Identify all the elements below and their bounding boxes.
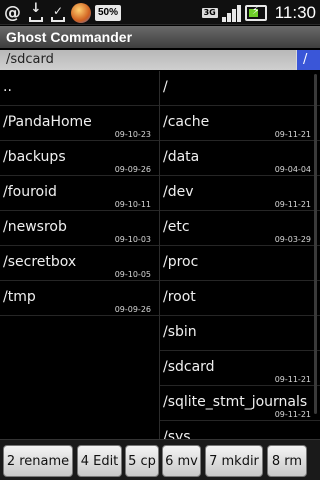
right-panel-path[interactable]: / [297,50,320,70]
right-file-panel[interactable]: / /cache 09-11-21 /data 09-04-04 /dev 09… [160,71,320,439]
right-panel-scrollbar[interactable] [314,74,317,414]
app-title: Ghost Commander [6,29,133,45]
file-name: /root [163,289,196,305]
file-name: /tmp [3,289,36,305]
battery-percent-badge: 50% [95,4,122,21]
left-panel-path[interactable]: /sdcard [0,50,296,70]
file-name: /etc [163,219,190,235]
file-row[interactable]: /root [160,281,320,316]
file-name: / [163,79,168,95]
file-row[interactable]: /backups 09-09-26 [0,141,159,176]
file-name: /secretbox [3,254,77,270]
file-row[interactable]: /newsrob 09-10-03 [0,211,159,246]
file-name: /sdcard [163,359,215,375]
file-date: 09-11-21 [274,130,311,139]
right-path-label: / [303,52,308,67]
file-date: 09-03-29 [274,235,311,244]
file-date: 09-09-26 [114,305,151,314]
network-type-icon: 3G [201,7,218,18]
signal-strength-icon [221,4,241,22]
file-row[interactable]: / [160,71,320,106]
copy-button[interactable]: 5 cp [125,445,159,477]
clock: 11:30 [274,2,316,22]
file-date: 09-11-21 [274,200,311,209]
file-row[interactable]: /sdcard 09-11-21 [160,351,320,386]
file-row[interactable]: /sbin [160,316,320,351]
file-date: 09-11-21 [274,375,311,384]
file-name: /dev [163,184,194,200]
file-name: /sqlite_stmt_journals [163,394,308,410]
file-row[interactable]: /PandaHome 09-10-23 [0,106,159,141]
file-row[interactable]: /secretbox 09-10-05 [0,246,159,281]
mkdir-button[interactable]: 7 mkdir [205,445,263,477]
download-icon: ↓ [27,1,45,23]
rename-button[interactable]: 2 rename [3,445,73,477]
file-date: 09-10-11 [114,200,151,209]
file-name: /data [163,149,200,165]
app-title-bar: Ghost Commander [0,26,320,48]
file-row[interactable]: /proc [160,246,320,281]
file-name: .. [3,79,12,95]
file-row[interactable]: /cache 09-11-21 [160,106,320,141]
file-date: 09-10-03 [114,235,151,244]
file-row[interactable]: /sqlite_stmt_journals 09-11-21 [160,386,320,421]
function-key-toolbar: 2 rename 4 Edit 5 cp 6 mv 7 mkdir 8 rm [0,439,320,480]
download-done-icon: ✓ [49,3,67,23]
file-name: /backups [3,149,66,165]
at-icon: @ [4,2,21,23]
file-row[interactable]: /tmp 09-09-26 [0,281,159,316]
file-name: /fouroid [3,184,57,200]
file-date: 09-09-26 [114,165,151,174]
edit-button[interactable]: 4 Edit [77,445,122,477]
file-date: 09-10-23 [114,130,151,139]
battery-charging-icon: ⚡ [244,4,267,21]
file-row[interactable]: /sys [160,421,320,439]
file-name: /newsrob [3,219,67,235]
file-row[interactable]: /etc 09-03-29 [160,211,320,246]
file-row[interactable]: /data 09-04-04 [160,141,320,176]
left-path-label: /sdcard [6,52,54,67]
move-button[interactable]: 6 mv [162,445,201,477]
notification-icons: @ ↓ ✓ 50% [2,1,122,23]
file-name: /sys [163,429,191,439]
file-date: 09-10-05 [114,270,151,279]
system-icons: 3G ⚡ 11:30 [201,2,316,23]
file-row[interactable]: /fouroid 09-10-11 [0,176,159,211]
file-name: /PandaHome [3,114,92,130]
file-name: /cache [163,114,210,130]
path-bar: /sdcard / [0,50,320,70]
app-icon [71,2,91,23]
file-date: 09-11-21 [274,410,311,419]
file-row[interactable]: /dev 09-11-21 [160,176,320,211]
file-date: 09-04-04 [274,165,311,174]
status-bar: @ ↓ ✓ 50% 3G ⚡ 11:30 [0,0,320,25]
file-row[interactable]: .. [0,71,159,106]
delete-button[interactable]: 8 rm [267,445,307,477]
file-name: /sbin [163,324,197,340]
file-name: /proc [163,254,199,270]
left-file-panel[interactable]: .. /PandaHome 09-10-23 /backups 09-09-26… [0,71,159,439]
